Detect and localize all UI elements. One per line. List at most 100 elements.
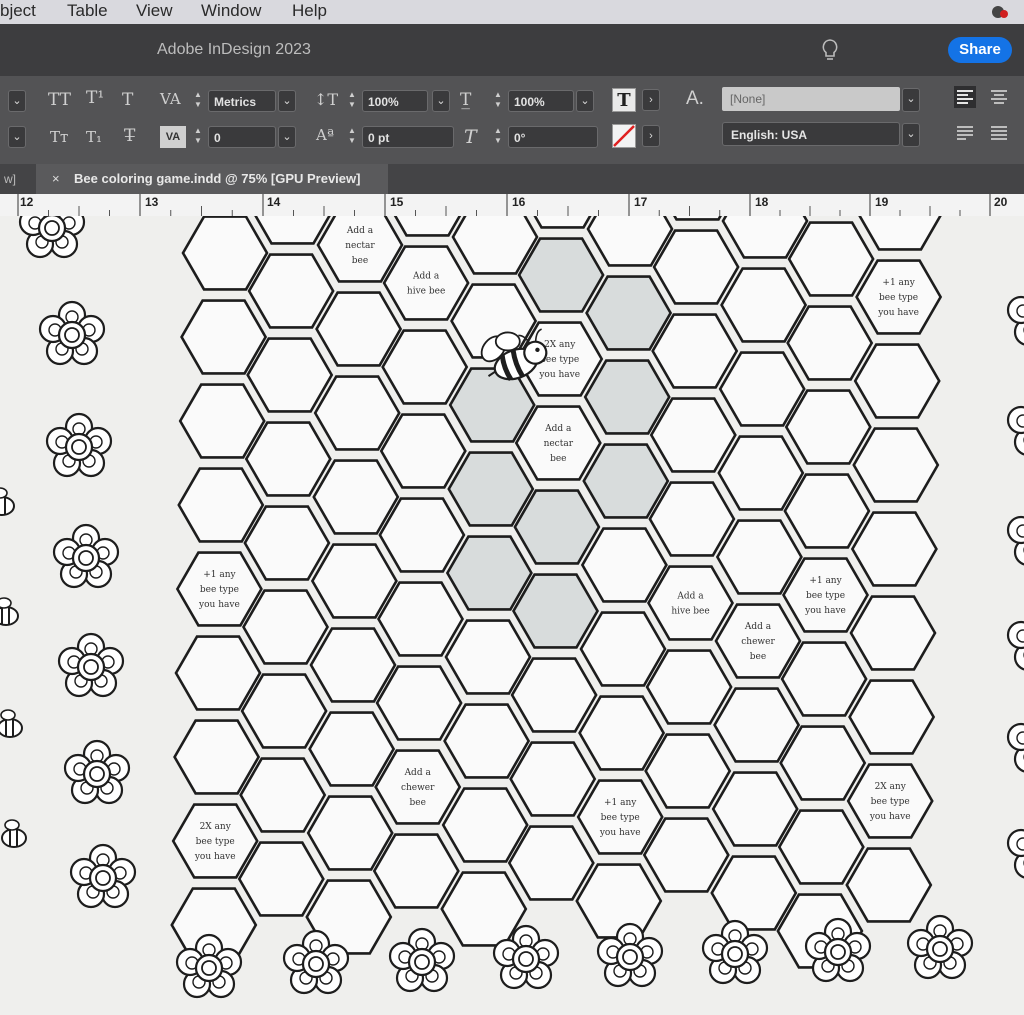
font-style-dropdown[interactable]: ⌄ <box>8 90 26 112</box>
lightbulb-icon[interactable] <box>820 38 840 64</box>
subscript-icon[interactable]: T₁ <box>86 128 102 146</box>
small-caps-icon[interactable]: Tт <box>50 128 68 146</box>
hex-cell[interactable] <box>787 221 875 297</box>
skew-field[interactable]: 0° <box>508 126 598 148</box>
hex-cell[interactable] <box>173 719 261 795</box>
menu-help[interactable]: Help <box>292 1 327 21</box>
tracking-field[interactable]: 0 <box>208 126 276 148</box>
text-fill-swatch[interactable]: T <box>612 88 636 112</box>
menu-object[interactable]: bject <box>0 1 36 21</box>
stroke-arrow[interactable]: › <box>642 125 660 147</box>
hex-cell[interactable] <box>239 757 327 833</box>
horizontal-scale-dropdown[interactable]: ⌄ <box>576 90 594 112</box>
creative-cloud-status-icon[interactable] <box>990 4 1010 20</box>
hex-cell[interactable] <box>783 473 871 549</box>
kerning-stepper[interactable]: ▲ ▼ <box>192 90 204 112</box>
hex-cell[interactable] <box>507 825 595 901</box>
language-dropdown[interactable]: ⌄ <box>902 123 920 147</box>
hex-cell[interactable] <box>582 443 670 519</box>
hex-cell[interactable] <box>309 627 397 703</box>
hex-cell[interactable] <box>583 359 671 435</box>
close-icon[interactable]: × <box>52 164 60 194</box>
character-style-dropdown[interactable]: ⌄ <box>902 88 920 112</box>
hex-cell[interactable] <box>642 817 730 893</box>
hex-cell[interactable] <box>779 725 867 801</box>
hex-cell[interactable] <box>180 299 268 375</box>
vertical-scale-stepper[interactable]: ▲ ▼ <box>346 90 358 112</box>
hex-cell[interactable] <box>444 619 532 695</box>
hex-cell[interactable] <box>575 863 663 939</box>
hex-cell[interactable] <box>241 589 330 665</box>
hex-cell[interactable] <box>315 291 403 367</box>
hex-cell[interactable] <box>237 841 325 917</box>
hex-cell[interactable] <box>780 641 868 717</box>
hex-cell[interactable] <box>510 657 598 733</box>
hex-cell[interactable] <box>379 413 467 489</box>
hex-cell[interactable] <box>715 519 803 595</box>
hex-cell[interactable] <box>648 481 736 557</box>
previous-tab-label[interactable]: w] <box>4 164 16 194</box>
document-tab[interactable]: × Bee coloring game.indd @ 75% [GPU Prev… <box>36 164 388 194</box>
horizontal-scale-stepper[interactable]: ▲ ▼ <box>492 90 504 112</box>
menu-table[interactable]: Table <box>67 1 108 21</box>
hex-cell[interactable] <box>445 535 533 611</box>
hex-cell[interactable] <box>177 467 265 543</box>
hex-cell[interactable] <box>848 679 936 755</box>
hex-cell[interactable] <box>578 695 666 771</box>
hex-cell[interactable] <box>376 581 465 657</box>
superscript-icon[interactable]: T¹ <box>86 88 104 108</box>
hex-cell[interactable] <box>585 275 673 351</box>
hex-cell[interactable] <box>652 229 740 305</box>
bee-game-board[interactable]: +1 any bee type you have 2X any bee type you … <box>0 216 1024 1015</box>
justify-all-icon[interactable] <box>988 122 1010 144</box>
hex-cell[interactable] <box>784 389 872 465</box>
share-button[interactable]: Share <box>948 37 1012 63</box>
hex-cell[interactable] <box>849 595 937 671</box>
align-left-icon[interactable] <box>954 86 976 108</box>
kerning-field[interactable]: Metrics <box>208 90 276 112</box>
hex-cell[interactable] <box>509 741 597 817</box>
hex-cell[interactable] <box>580 527 668 603</box>
hex-cell[interactable] <box>850 511 938 587</box>
horizontal-ruler[interactable]: 12 13 14 15 16 17 18 19 20 <box>0 194 1024 217</box>
hex-cell[interactable] <box>853 343 941 419</box>
hex-cell[interactable] <box>852 427 940 503</box>
hex-cell[interactable] <box>178 383 266 459</box>
kerning-dropdown[interactable]: ⌄ <box>278 90 296 112</box>
hex-cell[interactable] <box>720 267 808 343</box>
fill-arrow[interactable]: › <box>642 89 660 111</box>
hex-cell[interactable] <box>711 771 799 847</box>
baseline-shift-stepper[interactable]: ▲ ▼ <box>346 126 358 148</box>
tracking-dropdown[interactable]: ⌄ <box>278 126 296 148</box>
hex-cell[interactable] <box>441 787 529 863</box>
vertical-scale-dropdown[interactable]: ⌄ <box>432 90 450 112</box>
menu-view[interactable]: View <box>136 1 173 21</box>
hex-cell[interactable] <box>646 565 735 641</box>
all-caps-icon[interactable]: TT <box>48 90 71 110</box>
hex-cell[interactable] <box>381 329 469 405</box>
hex-cell[interactable] <box>858 216 942 251</box>
hex-cell[interactable] <box>382 245 470 321</box>
hex-cell[interactable] <box>240 673 328 749</box>
character-style-field[interactable]: [None] <box>722 87 900 111</box>
hex-cell[interactable] <box>511 573 600 649</box>
hex-cell[interactable] <box>845 847 933 923</box>
hex-cell[interactable] <box>447 451 535 527</box>
menu-window[interactable]: Window <box>201 1 261 21</box>
stroke-none-swatch[interactable] <box>612 124 636 148</box>
hex-cell[interactable] <box>651 313 739 389</box>
align-center-icon[interactable] <box>988 86 1010 108</box>
kerning-icon[interactable]: VA <box>160 90 181 108</box>
hex-cell[interactable] <box>713 687 801 763</box>
hex-cell[interactable] <box>649 397 737 473</box>
hex-cell[interactable] <box>375 665 463 741</box>
baseline-shift-field[interactable]: 0 pt <box>362 126 454 148</box>
hex-cell[interactable] <box>718 351 806 427</box>
hex-cell[interactable] <box>517 237 605 313</box>
vertical-scale-field[interactable]: 100% <box>362 90 428 112</box>
hex-cell[interactable] <box>310 543 398 619</box>
hex-cell[interactable] <box>312 459 400 535</box>
horizontal-scale-field[interactable]: 100% <box>508 90 574 112</box>
hex-cell[interactable] <box>645 649 733 725</box>
language-field[interactable]: English: USA <box>722 122 900 146</box>
